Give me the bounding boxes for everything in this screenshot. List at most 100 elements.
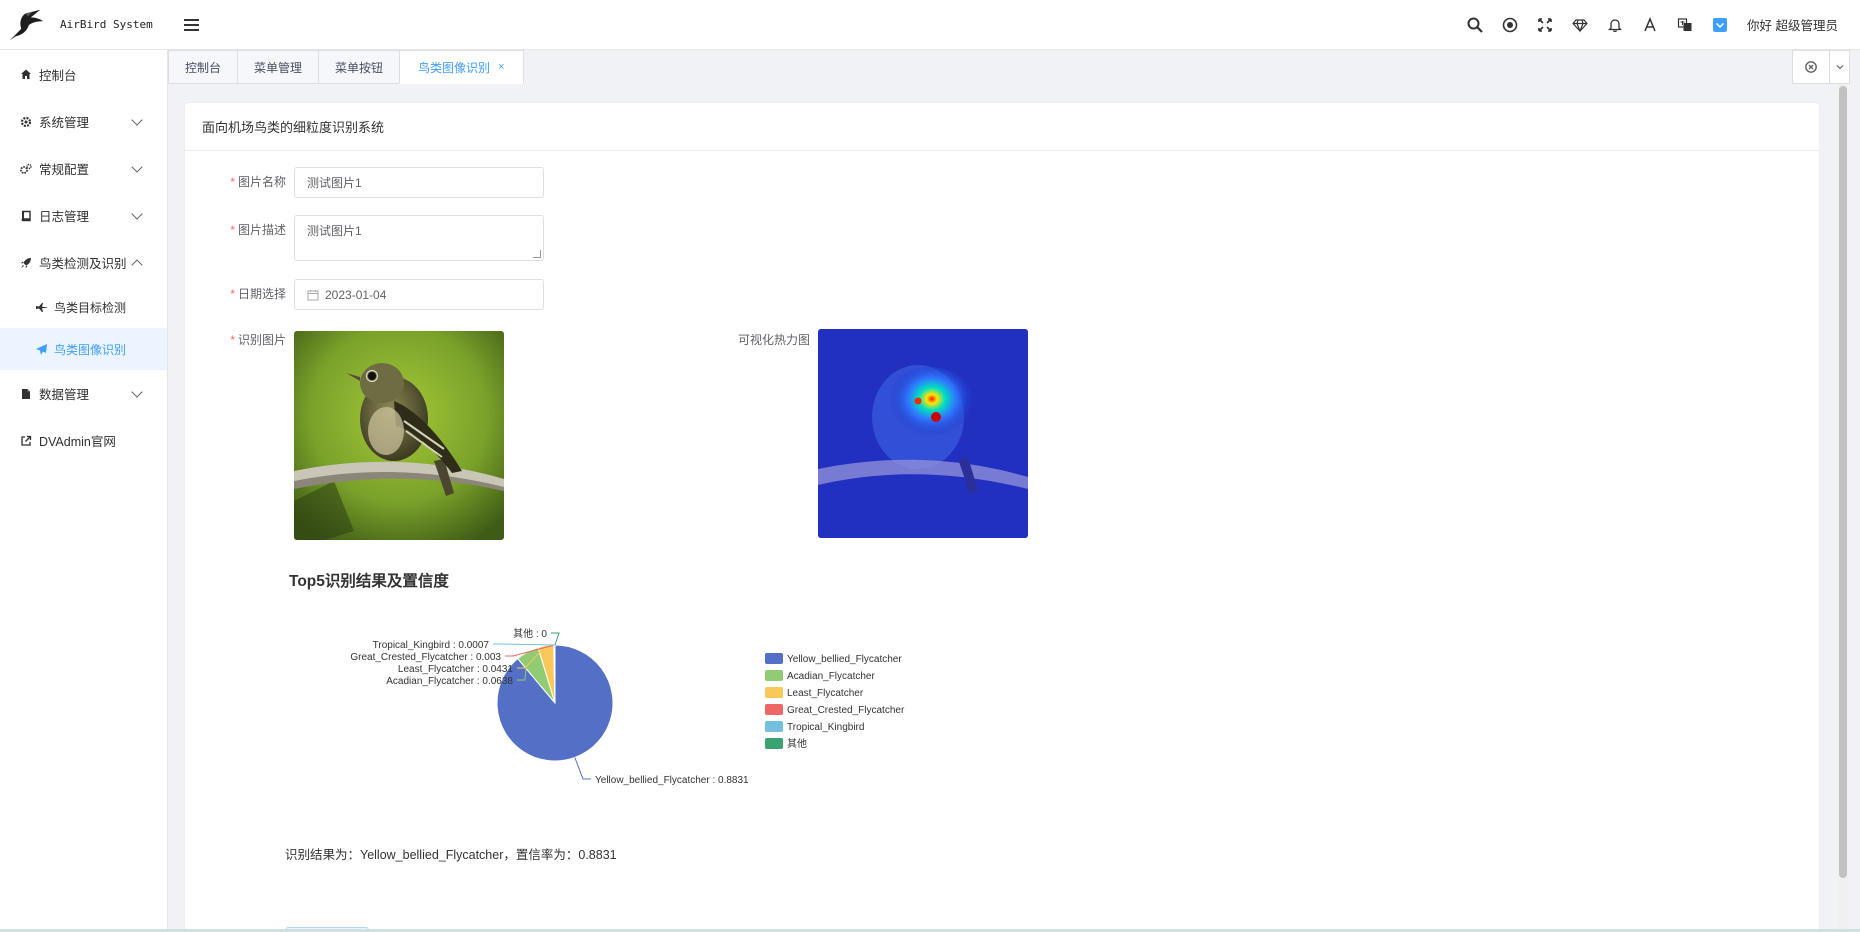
tab-label: 鸟类图像识别	[418, 60, 491, 75]
sidebar-item-logs[interactable]: 日志管理	[0, 192, 167, 239]
tab-label: 菜单按钮	[335, 60, 384, 75]
date-picker-input[interactable]: 2023-01-04	[294, 279, 544, 310]
sidebar-item-label: 鸟类图像识别	[54, 342, 127, 357]
bell-icon[interactable]	[1597, 0, 1632, 50]
sidebar-item-config[interactable]: 常规配置	[0, 145, 167, 192]
pie-slice-label: Acadian_Flycatcher : 0.0638	[386, 676, 513, 687]
pie-slice-label: Yellow_bellied_Flycatcher : 0.8831	[595, 775, 749, 786]
legend-label[interactable]: Tropical_Kingbird	[787, 722, 864, 733]
tabs-dropdown-button[interactable]	[1830, 50, 1850, 84]
sidebar-item-label: 鸟类目标检测	[54, 300, 127, 315]
pie-slice-label: Great_Crested_Flycatcher : 0.003	[350, 652, 501, 663]
tab-bird-image-recognition[interactable]: 鸟类图像识别 ×	[399, 50, 524, 84]
search-icon[interactable]	[1457, 0, 1492, 50]
sidebar-item-bird-detection[interactable]: 鸟类检测及识别	[0, 239, 167, 286]
chevron-down-icon	[131, 208, 143, 220]
sidebar-item-object-detection[interactable]: 鸟类目标检测	[0, 286, 167, 328]
form-row-desc: * 图片描述 测试图片1	[201, 215, 544, 261]
home-icon	[19, 67, 33, 81]
chart-title: Top5识别结果及置信度	[289, 573, 449, 590]
pie-slice-label: Least_Flycatcher : 0.0431	[398, 664, 514, 675]
chevron-down-icon	[131, 161, 143, 173]
target-icon[interactable]	[1492, 0, 1527, 50]
close-all-tabs-button[interactable]	[1792, 50, 1830, 84]
heatmap-label: 可视化热力图	[737, 333, 810, 347]
legend-swatch[interactable]	[765, 721, 783, 732]
close-tab-icon[interactable]: ×	[498, 61, 504, 73]
gear-icon	[19, 115, 33, 129]
legend-swatch[interactable]	[765, 738, 783, 749]
image-name-input[interactable]: 测试图片1	[294, 167, 544, 198]
fullscreen-icon[interactable]	[1527, 0, 1562, 50]
sidebar-item-website[interactable]: DVAdmin官网	[0, 417, 167, 464]
scrollbar-thumb[interactable]	[1839, 86, 1847, 878]
form-row-heatmap: 可视化热力图	[725, 329, 1028, 538]
sidebar-item-label: 常规配置	[39, 163, 90, 177]
tab-menu-buttons[interactable]: 菜单按钮	[318, 50, 400, 84]
sidebar-item-system[interactable]: 系统管理	[0, 98, 167, 145]
plane-icon	[35, 342, 49, 356]
top-header: AirBird System 你好 超级管理员	[0, 0, 1860, 50]
calendar-icon	[307, 289, 319, 301]
app-title: AirBird System	[60, 18, 153, 31]
bird-logo-icon	[9, 9, 44, 40]
tab-label: 控制台	[185, 60, 222, 75]
theme-color-icon[interactable]	[1702, 0, 1737, 50]
sidebar-item-label: 鸟类检测及识别	[39, 257, 127, 271]
sidebar-item-dashboard[interactable]: 控制台	[0, 50, 167, 98]
bird-photo[interactable]	[294, 331, 504, 540]
legend-swatch[interactable]	[765, 653, 783, 664]
user-greeting[interactable]: 你好 超级管理员	[1747, 15, 1838, 34]
chevron-down-icon	[131, 114, 143, 126]
image-label: * 识别图片	[230, 333, 286, 347]
sidebar-item-label: 控制台	[39, 68, 77, 83]
image-description-textarea[interactable]: 测试图片1	[294, 215, 544, 261]
gears-icon	[19, 162, 33, 176]
pie-leader-line	[574, 757, 591, 780]
sidebar: 控制台 系统管理 常规配置 日志管理 鸟类检测及识别 鸟类目标检测 鸟类图像识别…	[0, 50, 168, 932]
tabs-bar: 控制台 菜单管理 菜单按钮 鸟类图像识别 ×	[168, 50, 1860, 84]
pie-leader-line	[551, 632, 560, 646]
desc-label: * 图片描述	[230, 223, 286, 237]
date-label: * 日期选择	[230, 287, 286, 301]
name-label: * 图片名称	[230, 175, 286, 189]
tab-label: 菜单管理	[254, 60, 303, 75]
legend-label[interactable]: Great_Crested_Flycatcher	[787, 705, 905, 716]
legend-swatch[interactable]	[765, 704, 783, 715]
heatmap-image[interactable]	[818, 329, 1028, 538]
sidebar-item-label: 系统管理	[39, 116, 90, 130]
fighter-jet-icon	[35, 300, 49, 314]
recognition-result: 识别结果为：Yellow_bellied_Flycatcher，置信率为：0.8…	[285, 848, 617, 862]
card-title: 面向机场鸟类的细粒度识别系统	[185, 103, 1819, 151]
pie-slice-label: Tropical_Kingbird : 0.0007	[373, 640, 490, 651]
tab-menu-management[interactable]: 菜单管理	[237, 50, 319, 84]
legend-label[interactable]: 其他	[787, 737, 807, 750]
chevron-down-icon	[131, 386, 143, 398]
tab-dashboard[interactable]: 控制台	[168, 50, 238, 84]
legend-label[interactable]: Yellow_bellied_Flycatcher	[787, 654, 902, 665]
font-size-icon[interactable]	[1632, 0, 1667, 50]
sidebar-item-label: 日志管理	[39, 210, 90, 224]
close-circle-icon	[1805, 61, 1817, 73]
external-link-icon	[19, 434, 33, 448]
pie-leader-line	[493, 643, 555, 646]
sidebar-item-data[interactable]: 数据管理	[0, 370, 167, 417]
menu-toggle-icon[interactable]	[184, 15, 204, 35]
diamond-icon[interactable]	[1562, 0, 1597, 50]
content-card: 面向机场鸟类的细粒度识别系统 * 图片名称 测试图片1 * 图片描述 测试图片1 *…	[184, 102, 1820, 932]
legend-label[interactable]: Acadian_Flycatcher	[787, 671, 875, 682]
file-icon	[19, 387, 33, 401]
legend-swatch[interactable]	[765, 670, 783, 681]
book-icon	[19, 209, 33, 223]
pie-slice-label: 其他 : 0	[513, 627, 547, 640]
sidebar-item-image-recognition[interactable]: 鸟类图像识别	[0, 328, 167, 370]
sidebar-item-label: 数据管理	[39, 388, 90, 402]
logo[interactable]: AirBird System	[0, 0, 168, 50]
chevron-up-icon	[131, 259, 143, 271]
form-row-date: * 日期选择 2023-01-04	[201, 279, 544, 310]
language-icon[interactable]	[1667, 0, 1702, 50]
legend-swatch[interactable]	[765, 687, 783, 698]
legend-label[interactable]: Least_Flycatcher	[787, 688, 864, 699]
resize-grip-icon[interactable]	[533, 250, 541, 258]
form-row-name: * 图片名称 测试图片1	[201, 167, 544, 198]
